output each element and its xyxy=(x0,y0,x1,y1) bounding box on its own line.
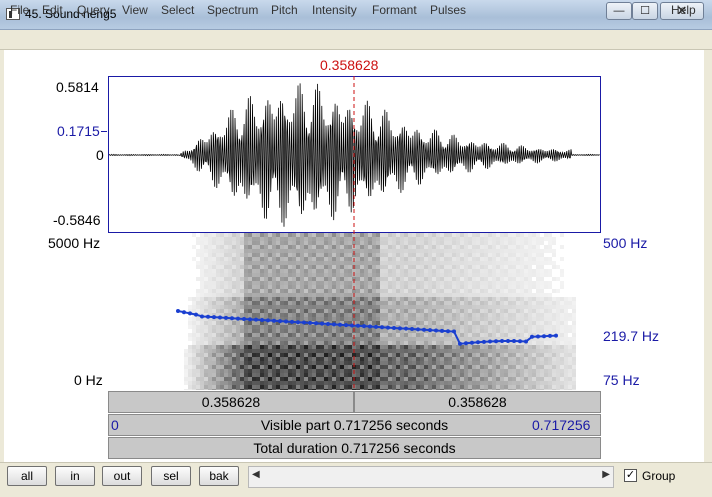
group-label: Group xyxy=(642,469,676,483)
total-duration-bar[interactable]: Total duration 0.717256 seconds xyxy=(108,437,601,459)
pitch-top-label: 500 Hz xyxy=(603,235,648,251)
menu-bar xyxy=(0,30,712,50)
segment-right-label: 0.358628 xyxy=(448,394,507,410)
menu-edit[interactable]: Edit xyxy=(42,3,63,17)
right-border xyxy=(704,50,712,462)
spectrogram-top-frequency-label: 5000 Hz xyxy=(48,235,101,251)
menu-query[interactable]: Query xyxy=(77,3,110,17)
scroll-right-icon[interactable]: ▶ xyxy=(602,469,610,480)
scroll-left-icon[interactable]: ◀ xyxy=(252,469,260,480)
pitch-bottom-label: 75 Hz xyxy=(603,372,640,388)
zoom-all-button[interactable]: all xyxy=(7,466,47,486)
zoom-selection-button[interactable]: sel xyxy=(151,466,191,486)
menu-view[interactable]: View xyxy=(122,3,148,17)
pitch-current-label: 219.7 Hz xyxy=(603,328,660,344)
visible-start-label: 0 xyxy=(111,417,119,433)
waveform-min-label: -0.5846 xyxy=(53,212,101,228)
waveform-max-label: 0.5814 xyxy=(56,79,99,95)
menu-pitch[interactable]: Pitch xyxy=(271,3,298,17)
menu-file[interactable]: File xyxy=(10,3,29,17)
visible-end-label: 0.717256 xyxy=(532,417,591,433)
spectrogram-plot xyxy=(176,233,576,393)
menu-intensity[interactable]: Intensity xyxy=(312,3,357,17)
amplitude-tick xyxy=(101,131,107,132)
segment-left-label: 0.358628 xyxy=(201,394,261,410)
spectrogram-panel[interactable] xyxy=(108,233,601,393)
segment-right[interactable]: 0.358628 xyxy=(354,391,601,413)
menu-formant[interactable]: Formant xyxy=(372,3,417,17)
zoom-out-button[interactable]: out xyxy=(102,466,142,486)
segment-left[interactable]: 0.358628 xyxy=(108,391,354,413)
minimize-button[interactable]: — xyxy=(606,2,632,20)
menu-pulses[interactable]: Pulses xyxy=(430,3,466,17)
maximize-button[interactable]: ☐ xyxy=(632,2,658,20)
waveform-cursor-amplitude-label: 0.1715 xyxy=(57,123,100,139)
menu-spectrum[interactable]: Spectrum xyxy=(207,3,258,17)
spectrogram-bottom-frequency-label: 0 Hz xyxy=(74,372,103,388)
waveform-trace xyxy=(108,83,600,227)
visible-part-bar[interactable]: Visible part 0.717256 seconds xyxy=(108,414,601,436)
left-border xyxy=(0,50,4,462)
group-checkbox[interactable]: ✓ xyxy=(624,469,637,482)
zoom-in-button[interactable]: in xyxy=(55,466,95,486)
menu-select[interactable]: Select xyxy=(161,3,194,17)
waveform-plot xyxy=(108,83,600,227)
menu-help[interactable]: Help xyxy=(671,3,696,17)
visible-part-label: Visible part 0.717256 seconds xyxy=(260,417,449,433)
zoom-back-button[interactable]: bak xyxy=(199,466,239,486)
waveform-zero-label: 0 xyxy=(96,147,104,163)
waveform-panel[interactable] xyxy=(108,76,601,233)
cursor-time-label: 0.358628 xyxy=(320,57,379,73)
horizontal-scrollbar[interactable]: ◀ ▶ xyxy=(248,466,614,488)
total-duration-label: Total duration 0.717256 seconds xyxy=(253,440,456,456)
